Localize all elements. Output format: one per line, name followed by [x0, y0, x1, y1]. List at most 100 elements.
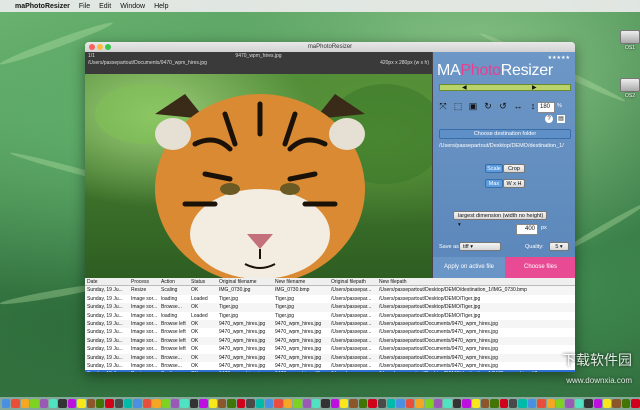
dock-app-icon[interactable]	[471, 399, 480, 408]
menu-help[interactable]: Help	[154, 3, 168, 10]
dock-app-icon[interactable]	[293, 399, 302, 408]
flip-horizontal-icon[interactable]: ↔	[512, 100, 524, 112]
dimension-select[interactable]: largest dimension (width no height) ▾	[453, 211, 547, 228]
dock-app-icon[interactable]	[603, 399, 612, 408]
crop-toggle[interactable]: Crop	[503, 164, 525, 173]
dock-app-icon[interactable]	[462, 399, 471, 408]
dock-app-icon[interactable]	[527, 399, 537, 408]
choose-files-button[interactable]: Choose files	[505, 257, 575, 278]
navigation-slider[interactable]: ◀ ▶	[439, 84, 571, 91]
dock-app-icon[interactable]	[574, 399, 584, 408]
dock-app-icon[interactable]	[2, 399, 11, 408]
column-header[interactable]: Process	[129, 278, 159, 285]
dock-app-icon[interactable]	[189, 399, 199, 408]
dock-app-icon[interactable]	[377, 399, 387, 408]
table-row[interactable]: Sunday, 19 Ju... Resize Scaling OK IMG_0730.…	[85, 286, 575, 295]
dock-app-icon[interactable]	[546, 399, 556, 408]
menu-window[interactable]: Window	[120, 3, 145, 10]
crop-select-icon[interactable]: ⬚	[452, 100, 464, 112]
dock-app-icon[interactable]	[152, 399, 161, 408]
dock-app-icon[interactable]	[340, 399, 349, 408]
dock-app-icon[interactable]	[283, 399, 293, 408]
table-row[interactable]: Sunday, 19 Ju... Image sor... Browse... OK 9…	[85, 353, 575, 362]
dock-app-icon[interactable]	[208, 399, 217, 408]
dock-app-icon[interactable]	[490, 399, 499, 408]
prev-arrow-icon[interactable]: ◀	[462, 85, 467, 91]
dock-app-icon[interactable]	[77, 399, 86, 408]
dock-app-icon[interactable]	[67, 399, 77, 408]
table-row[interactable]: Sunday, 19 Ju... Image sor... Browse left O…	[85, 319, 575, 329]
dock-app-icon[interactable]	[584, 399, 593, 408]
zoom-field[interactable]: 180	[537, 102, 555, 113]
dock-app-icon[interactable]	[368, 399, 377, 408]
dock-app-icon[interactable]	[105, 399, 114, 408]
dock-app-icon[interactable]	[171, 399, 180, 408]
table-row[interactable]: Sunday, 19 Ju... Image sor... Browse left O…	[85, 328, 575, 336]
fit-icon[interactable]: ⤧	[437, 100, 449, 112]
dock-app-icon[interactable]	[199, 399, 208, 408]
dock-app-icon[interactable]	[48, 399, 58, 408]
dock-app-icon[interactable]	[11, 399, 20, 408]
quality-select[interactable]: 5 ▾	[549, 242, 569, 251]
column-header[interactable]: New filename	[273, 278, 329, 285]
close-button[interactable]	[89, 44, 95, 50]
dock-app-icon[interactable]	[180, 399, 189, 408]
dock-app-icon[interactable]	[142, 399, 152, 408]
zoom-button[interactable]	[105, 44, 111, 50]
dock-app-icon[interactable]	[396, 399, 405, 408]
dock-app-icon[interactable]	[95, 399, 105, 408]
help-icon[interactable]: ?	[545, 115, 553, 123]
dock-app-icon[interactable]	[621, 399, 631, 408]
column-header[interactable]: Status	[189, 278, 217, 285]
dock-app-icon[interactable]	[86, 399, 95, 408]
dock-app-icon[interactable]	[264, 399, 274, 408]
column-header[interactable]: New filepath	[377, 278, 575, 285]
dock-app-icon[interactable]	[349, 399, 358, 408]
desktop-drive[interactable]: OS1	[617, 30, 640, 51]
desktop-drive[interactable]: OS2	[617, 78, 640, 99]
table-row[interactable]: Sunday, 19 Ju... Image sor... loading Loade…	[85, 312, 575, 320]
dock-app-icon[interactable]	[556, 399, 565, 408]
dock-app-icon[interactable]	[612, 399, 621, 408]
dock-app-icon[interactable]	[565, 399, 574, 408]
dock-app-icon[interactable]	[236, 399, 246, 408]
dock-app-icon[interactable]	[330, 399, 340, 408]
dock-app-icon[interactable]	[133, 399, 142, 408]
table-row[interactable]: Sunday, 19 Ju... Image sor... Browse left O…	[85, 336, 575, 346]
column-header[interactable]: Original filepath	[329, 278, 377, 285]
max-toggle[interactable]: Max	[485, 179, 503, 188]
column-header[interactable]: Original filename	[217, 278, 273, 285]
dock-app-icon[interactable]	[424, 399, 433, 408]
rotate-right-icon[interactable]: ↻	[482, 100, 494, 112]
dock-app-icon[interactable]	[124, 399, 133, 408]
menu-app-name[interactable]: maPhotoResizer	[15, 3, 70, 10]
dock-app-icon[interactable]	[631, 399, 640, 408]
table-row[interactable]: Sunday, 19 Ju... Image sor... Browse left O…	[85, 345, 575, 353]
dock-app-icon[interactable]	[227, 399, 236, 408]
dock-app-icon[interactable]	[30, 399, 39, 408]
apply-active-file-button[interactable]: Apply on active file	[433, 257, 505, 278]
dimension-input[interactable]: 400	[516, 224, 538, 235]
column-header[interactable]: Date	[85, 278, 129, 285]
image-preview[interactable]	[85, 74, 432, 278]
dock-app-icon[interactable]	[217, 399, 227, 408]
table-row[interactable]: Sunday, 19 Ju... Image sor... Browse... OK 9…	[85, 362, 575, 370]
dock-app-icon[interactable]	[321, 399, 330, 408]
dock-app-icon[interactable]	[433, 399, 443, 408]
minimize-button[interactable]	[97, 44, 103, 50]
dock-app-icon[interactable]	[452, 399, 462, 408]
menu-edit[interactable]: Edit	[99, 3, 111, 10]
dock-app-icon[interactable]	[311, 399, 321, 408]
rotate-left-icon[interactable]: ↺	[497, 100, 509, 112]
dock-app-icon[interactable]	[274, 399, 283, 408]
dock-app-icon[interactable]	[358, 399, 368, 408]
wxh-toggle[interactable]: W x H	[503, 179, 525, 188]
column-header[interactable]: Action	[159, 278, 189, 285]
dock-app-icon[interactable]	[509, 399, 518, 408]
dock-app-icon[interactable]	[499, 399, 509, 408]
dock-app-icon[interactable]	[415, 399, 424, 408]
dock-app-icon[interactable]	[39, 399, 48, 408]
table-row[interactable]: Sunday, 19 Ju... Image sor... Browse... OK T…	[85, 303, 575, 312]
info-icon[interactable]: ▤	[557, 115, 565, 123]
next-arrow-icon[interactable]: ▶	[532, 85, 537, 91]
